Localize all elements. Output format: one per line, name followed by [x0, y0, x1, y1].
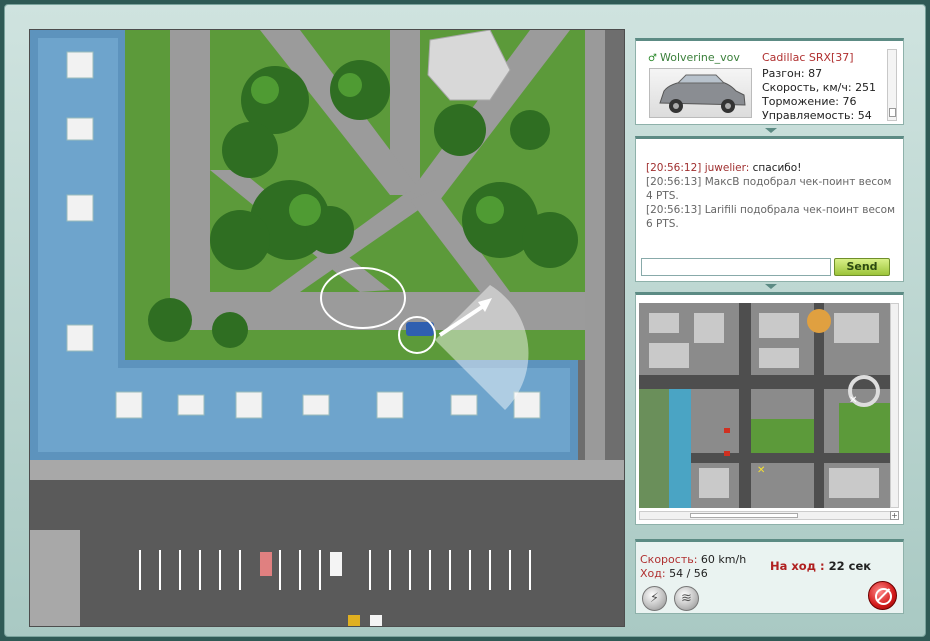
minimap[interactable]: ✕ ✕: [639, 303, 891, 508]
car-info-scrollbar[interactable]: [887, 49, 897, 121]
stat-acceleration: Разгон: 87: [762, 67, 823, 80]
car-name[interactable]: Cadillac SRX[37]: [762, 51, 854, 64]
svg-text:✕: ✕: [849, 395, 857, 406]
signal-button[interactable]: ≋: [674, 586, 699, 611]
svg-text:✕: ✕: [757, 465, 765, 476]
car-thumbnail: [649, 68, 752, 118]
chat-message: [20:56:13] Larifili подобрала чек-поинт …: [646, 204, 896, 230]
chat-message: [20:56:13] МаксВ подобрал чек-поинт весо…: [646, 176, 892, 202]
stat-speed: Скорость, км/ч: 251: [762, 81, 877, 94]
speed-readout: Скорость: 60 km/h: [640, 553, 747, 566]
car-info-panel: ♂ Wolverine_vov Cadillac SRX[37] Разгон: …: [635, 38, 904, 125]
status-panel: Скорость: 60 km/h Ход: 54 / 56 На ход : …: [635, 539, 904, 614]
lightning-icon: ⚡: [649, 591, 660, 606]
signal-icon: ≋: [681, 591, 692, 606]
send-button[interactable]: Send: [834, 258, 890, 276]
minimap-horizontal-scrollbar[interactable]: [639, 511, 891, 520]
chat-input[interactable]: [641, 258, 831, 276]
minimap-vertical-scrollbar[interactable]: [890, 303, 899, 508]
chevron-down-icon: [765, 284, 777, 289]
race-map[interactable]: [29, 29, 625, 627]
minimap-panel: ✕ ✕ +: [635, 292, 904, 525]
stat-braking: Торможение: 76: [762, 95, 857, 108]
player-car: [406, 322, 434, 336]
move-readout: Ход: 54 / 56: [640, 567, 708, 580]
minimap-resize-icon[interactable]: +: [890, 511, 899, 520]
map-canvas[interactable]: [30, 30, 625, 627]
boost-button[interactable]: ⚡: [642, 586, 667, 611]
chevron-down-icon: [765, 128, 777, 133]
car-stats: Разгон: 87 Скорость, км/ч: 251 Торможени…: [762, 67, 876, 123]
chat-panel: [20:56:12] juwelier: спасибо! [20:56:13]…: [635, 136, 904, 282]
stop-button[interactable]: [868, 581, 897, 610]
game-window: ♂ Wolverine_vov Cadillac SRX[37] Разгон: …: [4, 4, 926, 637]
player-name[interactable]: ♂ Wolverine_vov: [648, 51, 740, 64]
stat-handling: Управляемость: 54: [762, 109, 872, 122]
chat-log: [20:56:12] juwelier: спасибо! [20:56:13]…: [646, 161, 898, 231]
male-icon: ♂: [648, 53, 657, 64]
turn-timer: На ход : 22 сек: [770, 559, 872, 573]
chat-message: [20:56:12] juwelier: спасибо!: [646, 162, 802, 174]
